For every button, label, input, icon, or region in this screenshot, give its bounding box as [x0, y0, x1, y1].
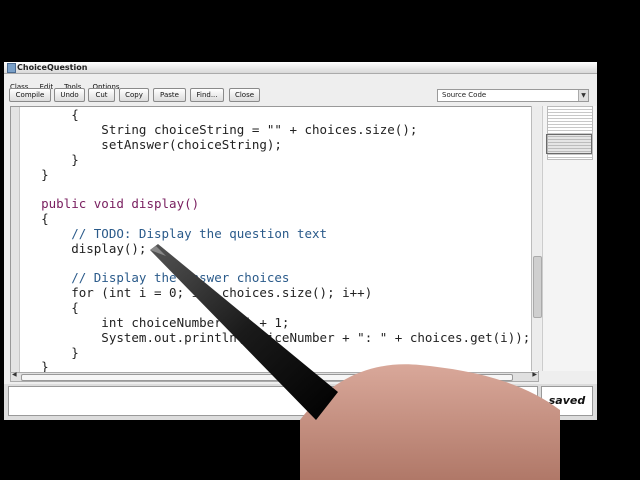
cut-button[interactable]: Cut — [88, 88, 115, 102]
code-comment: // Display the answer choices — [11, 270, 290, 285]
vertical-scrollbar[interactable] — [531, 106, 542, 371]
overview-viewport[interactable] — [546, 134, 592, 154]
paste-button[interactable]: Paste — [153, 88, 186, 102]
code-line: for (int i = 0; i < choices.size(); i++) — [11, 285, 373, 300]
saved-indicator: saved — [541, 386, 593, 416]
copy-button[interactable]: Copy — [119, 88, 149, 102]
code-line: { — [11, 107, 79, 122]
horizontal-scrollbar[interactable]: ◀ ▶ — [10, 371, 539, 382]
scroll-right-icon[interactable]: ▶ — [532, 371, 537, 378]
window-title: ChoiceQuestion — [17, 63, 88, 72]
message-box — [8, 386, 538, 416]
code-line: System.out.println(choiceNumber + ": " +… — [11, 330, 531, 345]
find-button[interactable]: Find... — [190, 88, 224, 102]
code-line: display(); — [11, 241, 147, 256]
code-editor[interactable]: { String choiceString = "" + choices.siz… — [10, 106, 539, 373]
undo-button[interactable]: Undo — [54, 88, 85, 102]
close-button[interactable]: Close — [229, 88, 260, 102]
editor-window: ChoiceQuestion Class Edit Tools Options … — [4, 62, 597, 420]
scrollbar-thumb[interactable] — [21, 374, 513, 381]
view-select-value: Source Code — [442, 91, 487, 99]
code-line: int choiceNumber = i + 1; — [11, 315, 290, 330]
code-line: } — [11, 345, 79, 360]
chevron-down-icon[interactable]: ▼ — [578, 90, 588, 101]
code-overview[interactable] — [542, 106, 596, 371]
code-line: } — [11, 167, 49, 182]
code-comment: // TODO: Display the question text — [11, 226, 328, 241]
title-bar: ChoiceQuestion — [4, 62, 597, 74]
code-line: public void display() — [11, 196, 200, 211]
code-line: { — [11, 300, 79, 315]
compile-button[interactable]: Compile — [9, 88, 51, 102]
app-icon — [7, 63, 16, 73]
status-area: saved — [4, 384, 597, 420]
scrollbar-thumb[interactable] — [533, 256, 542, 318]
code-line: { — [11, 211, 49, 226]
menu-bar: Class Edit Tools Options — [4, 74, 597, 91]
code-line: } — [11, 152, 79, 167]
scroll-left-icon[interactable]: ◀ — [12, 371, 17, 378]
code-line: String choiceString = "" + choices.size(… — [11, 122, 418, 137]
view-select[interactable]: Source Code ▼ — [437, 89, 589, 102]
code-line: setAnswer(choiceString); — [11, 137, 282, 152]
